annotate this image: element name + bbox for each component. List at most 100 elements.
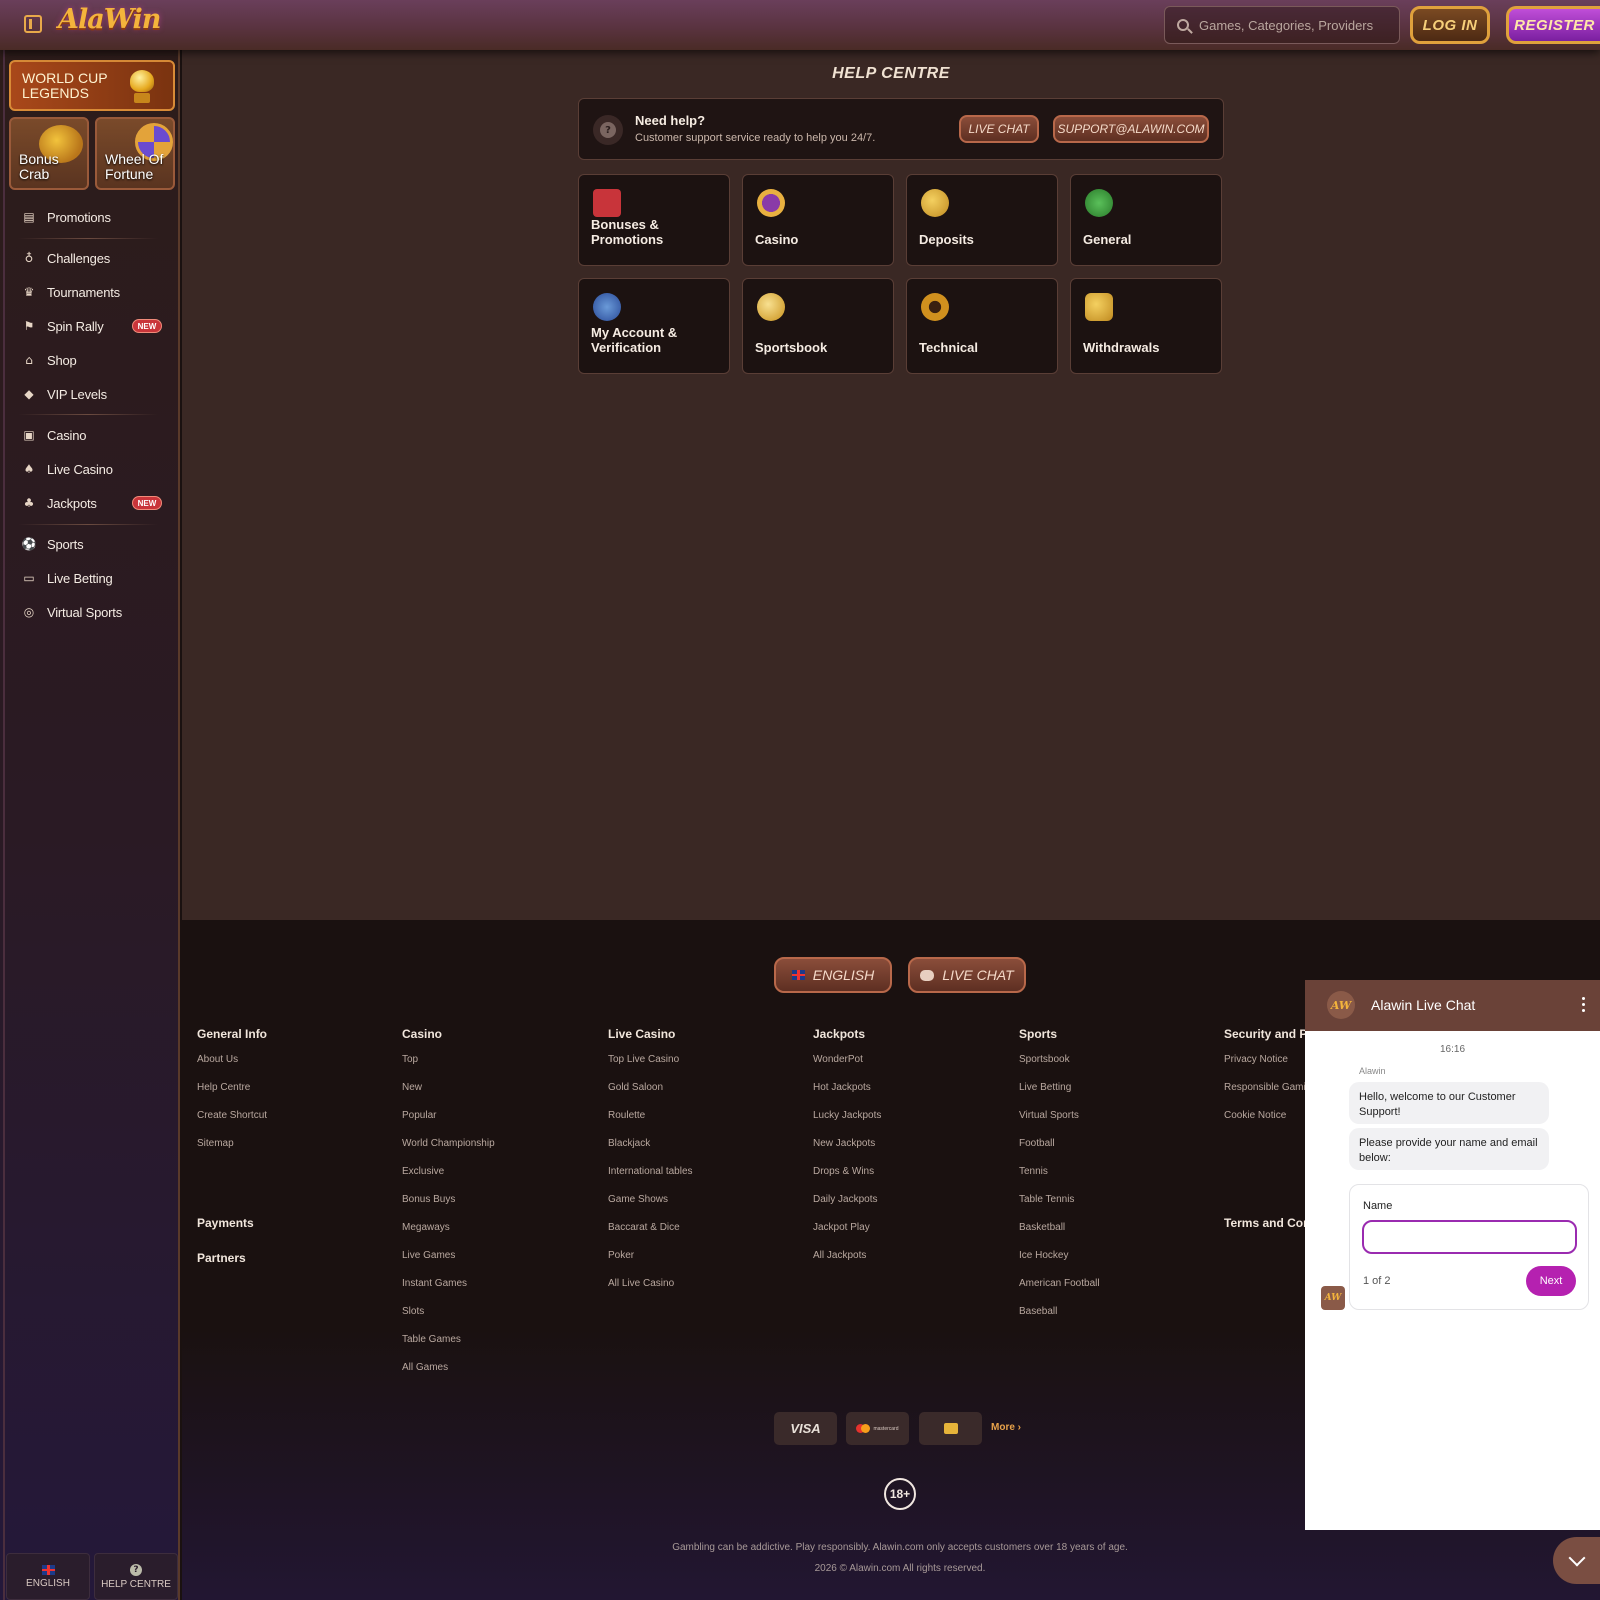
footer-link[interactable]: Baseball (1019, 1303, 1100, 1331)
sidebar-language-button[interactable]: ENGLISH (6, 1553, 90, 1600)
footer-link[interactable]: Help Centre (197, 1079, 267, 1107)
payment-wallet[interactable] (919, 1412, 982, 1445)
age-restriction-badge: 18+ (884, 1478, 916, 1510)
chat-message: Hello, welcome to our Customer Support! (1349, 1082, 1549, 1124)
sidebar-item-spin-rally[interactable]: ⚑ Spin Rally NEW (22, 316, 172, 336)
need-help-title: Need help? (635, 113, 706, 128)
footer-link[interactable]: Gold Saloon (608, 1079, 693, 1107)
payment-visa[interactable]: VISA (774, 1412, 837, 1445)
category-my-account-verification[interactable]: My Account & Verification (578, 278, 730, 374)
footer-link[interactable]: Sitemap (197, 1135, 267, 1163)
footer-link[interactable]: New Jackpots (813, 1135, 881, 1163)
footer-link[interactable]: World Championship (402, 1135, 495, 1163)
footer-link[interactable]: Baccarat & Dice (608, 1219, 693, 1247)
footer-link[interactable]: All Live Casino (608, 1275, 693, 1303)
sidebar-item-jackpots[interactable]: ♣ Jackpots NEW (22, 493, 172, 513)
category-general[interactable]: General (1070, 174, 1222, 266)
footer-link[interactable]: Live Betting (1019, 1079, 1100, 1107)
footer-language-button[interactable]: English (774, 957, 892, 993)
footer-link[interactable]: Ice Hockey (1019, 1247, 1100, 1275)
footer-link[interactable]: Slots (402, 1303, 495, 1331)
category-technical[interactable]: Technical (906, 278, 1058, 374)
sidebar-item-challenges[interactable]: ♁ Challenges (22, 248, 172, 268)
promo-bonus-crab[interactable]: Bonus Crab (9, 117, 89, 190)
sidebar-toggle-icon[interactable] (24, 15, 42, 33)
footer-link[interactable]: Live Games (402, 1247, 495, 1275)
mastercard-icon (856, 1424, 871, 1433)
next-button[interactable]: Next (1526, 1266, 1576, 1296)
footer-link[interactable]: Game Shows (608, 1191, 693, 1219)
footer-link[interactable]: Exclusive (402, 1163, 495, 1191)
payments-more-link[interactable]: More › (991, 1422, 1021, 1433)
footer-link[interactable]: About Us (197, 1051, 267, 1079)
footer-link[interactable]: Drops & Wins (813, 1163, 881, 1191)
more-options-icon[interactable] (1582, 997, 1586, 1013)
footer-link[interactable]: Megaways (402, 1219, 495, 1247)
footer-link[interactable]: Hot Jackpots (813, 1079, 881, 1107)
login-button[interactable]: Log In (1410, 6, 1490, 44)
footer-link[interactable]: Instant Games (402, 1275, 495, 1303)
category-withdrawals[interactable]: Withdrawals (1070, 278, 1222, 374)
sidebar-item-virtual-sports[interactable]: ◎ Virtual Sports (22, 602, 172, 622)
sidebar-item-casino[interactable]: ▣ Casino (22, 425, 172, 445)
category-bonuses-promotions[interactable]: Bonuses & Promotions (578, 174, 730, 266)
clover-icon: ♣ (23, 496, 35, 510)
category-deposits[interactable]: Deposits (906, 174, 1058, 266)
register-button[interactable]: Register (1506, 6, 1600, 44)
footer-link[interactable]: WonderPot (813, 1051, 881, 1079)
footer-live-chat-button[interactable]: Live Chat (908, 957, 1026, 993)
footer-link[interactable]: Daily Jackpots (813, 1191, 881, 1219)
footer-link[interactable]: All Jackpots (813, 1247, 881, 1275)
promo-world-cup-legends[interactable]: World Cup Legends (9, 60, 175, 111)
category-sportsbook[interactable]: Sportsbook (742, 278, 894, 374)
chat-minimize-button[interactable] (1553, 1537, 1600, 1584)
search-icon (1177, 19, 1189, 31)
search-input[interactable] (1199, 17, 1389, 33)
clover-icon (1085, 189, 1113, 217)
sidebar-item-live-betting[interactable]: ▭ Live Betting (22, 568, 172, 588)
footer-link[interactable]: Football (1019, 1135, 1100, 1163)
footer-link[interactable]: Top Live Casino (608, 1051, 693, 1079)
footer-language-label: English (812, 967, 875, 983)
payment-mastercard[interactable]: mastercard (846, 1412, 909, 1445)
footer-link[interactable]: Top (402, 1051, 495, 1079)
sidebar-item-shop[interactable]: ⌂ Shop (22, 350, 172, 370)
category-casino[interactable]: Casino (742, 174, 894, 266)
footer-link[interactable]: Roulette (608, 1107, 693, 1135)
footer-link[interactable]: Table Tennis (1019, 1191, 1100, 1219)
help-centre-label: HELP CENTRE (101, 1578, 171, 1590)
footer-link[interactable]: Blackjack (608, 1135, 693, 1163)
sidebar-item-tournaments[interactable]: ♛ Tournaments (22, 282, 172, 302)
sidebar-item-label: Challenges (47, 250, 111, 266)
footer-link[interactable]: Basketball (1019, 1219, 1100, 1247)
footer-link[interactable]: Virtual Sports (1019, 1107, 1100, 1135)
search-box[interactable] (1164, 6, 1400, 44)
main-content: Help Centre ? Need help? Customer suppor… (182, 50, 1600, 920)
sidebar-help-centre-button[interactable]: ? HELP CENTRE (94, 1553, 178, 1600)
footer-link[interactable]: New (402, 1079, 495, 1107)
footer-link[interactable]: Poker (608, 1247, 693, 1275)
footer-link[interactable]: All Games (402, 1359, 495, 1387)
site-logo[interactable]: AlaWin (58, 4, 161, 35)
live-chat-button[interactable]: Live Chat (959, 115, 1039, 143)
footer-link[interactable]: International tables (608, 1163, 693, 1191)
sidebar-item-vip-levels[interactable]: ◆ VIP Levels (22, 384, 172, 404)
footer-payments-heading[interactable]: Payments (197, 1216, 254, 1230)
footer-link[interactable]: Tennis (1019, 1163, 1100, 1191)
support-email-button[interactable]: support@alawin.com (1053, 115, 1209, 143)
footer-link[interactable]: Lucky Jackpots (813, 1107, 881, 1135)
footer-link[interactable]: Table Games (402, 1331, 495, 1359)
footer-link[interactable]: Create Shortcut (197, 1107, 267, 1135)
footer-link[interactable]: Popular (402, 1107, 495, 1135)
promo-wheel-of-fortune[interactable]: Wheel Of Fortune (95, 117, 175, 190)
footer-link[interactable]: Sportsbook (1019, 1051, 1100, 1079)
sidebar-item-promotions[interactable]: ▤ Promotions (22, 207, 172, 227)
medal-icon: ♁ (24, 251, 34, 265)
footer-link[interactable]: American Football (1019, 1275, 1100, 1303)
name-input[interactable] (1362, 1220, 1577, 1254)
footer-link[interactable]: Jackpot Play (813, 1219, 881, 1247)
footer-link[interactable]: Bonus Buys (402, 1191, 495, 1219)
sidebar-item-sports[interactable]: ⚽ Sports (22, 534, 172, 554)
footer-partners-heading[interactable]: Partners (197, 1251, 246, 1265)
sidebar-item-live-casino[interactable]: ♠ Live Casino (22, 459, 172, 479)
